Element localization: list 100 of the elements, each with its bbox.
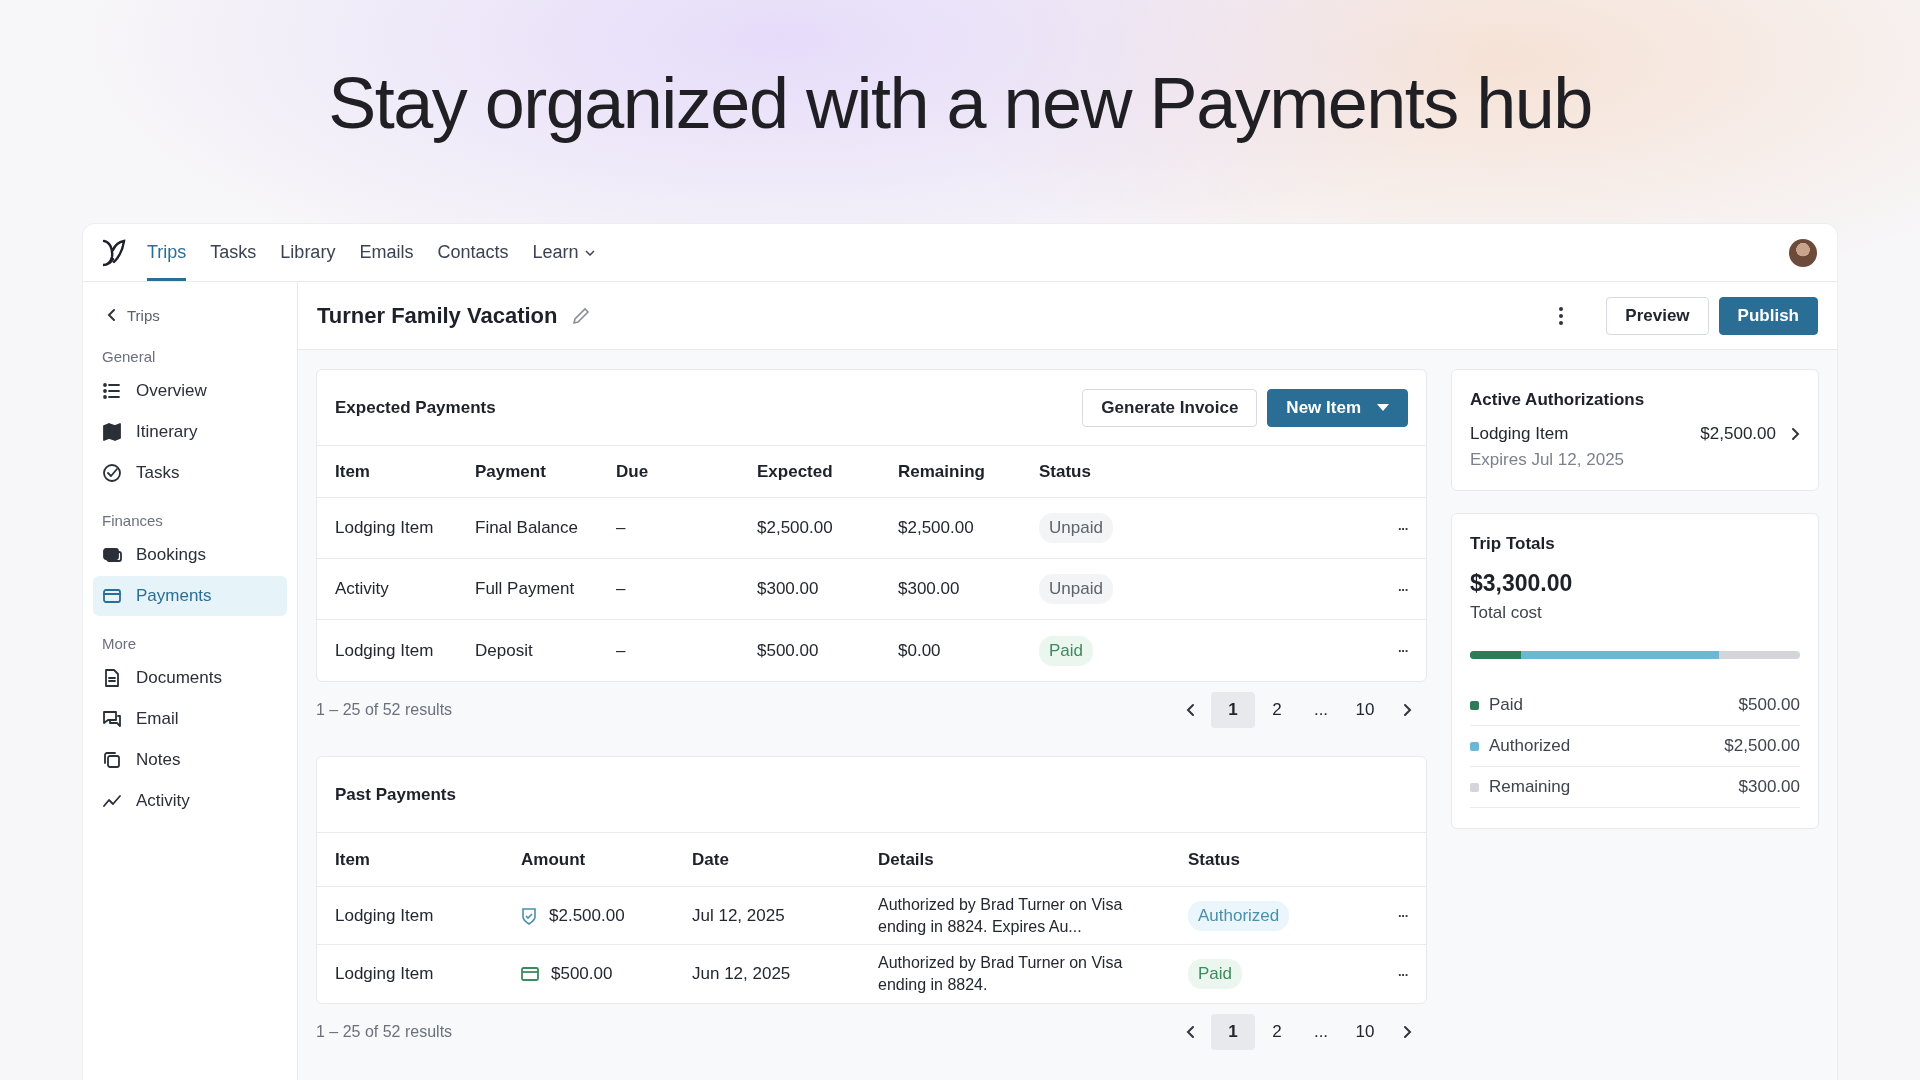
- row-menu-button[interactable]: ···: [1398, 581, 1408, 597]
- legend-label: Authorized: [1489, 736, 1572, 756]
- column-header: Details: [878, 849, 935, 870]
- generate-invoice-button[interactable]: Generate Invoice: [1082, 388, 1258, 427]
- check-icon: [102, 463, 122, 483]
- chevron-right-icon: [1402, 1025, 1412, 1039]
- sidebar-item[interactable]: Overview: [93, 371, 287, 411]
- authorization-name: Lodging Item: [1470, 424, 1570, 444]
- total-label: Total cost: [1470, 603, 1543, 623]
- column-header: Payment: [475, 461, 547, 482]
- column-header: Due: [616, 461, 650, 482]
- headline: Stay organized with a new Payments hub: [328, 62, 1592, 145]
- status-badge: Unpaid: [1039, 513, 1113, 543]
- sidebar-item[interactable]: Notes: [93, 740, 287, 780]
- legend-label: Paid: [1489, 695, 1525, 715]
- page-button[interactable]: 10: [1343, 692, 1387, 728]
- card-title: Active Authorizations: [1470, 390, 1646, 410]
- table-cell-text: $2,500.00: [898, 518, 975, 538]
- bookings-icon: [102, 545, 122, 565]
- table-cell-text: Lodging Item: [335, 640, 435, 661]
- column-header: Remaining: [898, 461, 986, 482]
- shield-check-icon: [521, 906, 537, 925]
- credit-card-icon: [521, 967, 539, 981]
- page-button[interactable]: 2: [1255, 692, 1299, 728]
- new-item-button[interactable]: New Item: [1267, 388, 1408, 427]
- status-badge: Paid: [1188, 959, 1243, 989]
- card-icon: [102, 586, 122, 606]
- table-cell-text: $300.00: [898, 579, 961, 599]
- row-menu-button[interactable]: ···: [1398, 908, 1408, 923]
- details-text: Authorized by Brad Turner on Visa ending in 8824. Expires Au...: [878, 894, 1124, 937]
- column-header: Status: [1188, 849, 1241, 870]
- table-cell-text: Lodging Item: [335, 518, 435, 538]
- column-header: Item: [335, 849, 371, 870]
- legend-amount: $500.00: [1738, 695, 1800, 715]
- sidebar-item[interactable]: Activity: [93, 781, 287, 821]
- more-vertical-icon[interactable]: [1558, 305, 1565, 326]
- page-button[interactable]: ...: [1299, 692, 1343, 728]
- nav-tab[interactable]: Trips: [147, 224, 187, 281]
- nav-tab[interactable]: Library: [280, 224, 336, 281]
- page-button[interactable]: ...: [1299, 1014, 1343, 1050]
- section-title: More: [101, 635, 138, 652]
- column-header: Amount: [521, 849, 587, 870]
- legend-amount: $300.00: [1738, 777, 1800, 797]
- user-avatar[interactable]: [1789, 238, 1817, 267]
- map-icon: [102, 422, 122, 442]
- table-cell-text: –: [616, 640, 627, 661]
- page-button[interactable]: 10: [1343, 1014, 1387, 1050]
- table-cell-text: Jul 12, 2025: [692, 905, 786, 926]
- column-header: Date: [692, 849, 730, 870]
- table-cell-text: Full Payment: [475, 579, 576, 599]
- table-cell-text: –: [616, 579, 627, 599]
- table-cell-text: Jun 12, 2025: [692, 964, 792, 984]
- doc-icon: [102, 668, 122, 688]
- sidebar-item[interactable]: Payments: [93, 576, 287, 616]
- chevron-right-icon: [1402, 703, 1412, 717]
- chat-icon: [102, 709, 122, 729]
- table-cell-text: Final Balance: [475, 518, 579, 538]
- table-cell-text: Activity: [335, 579, 390, 599]
- pencil-icon[interactable]: [571, 305, 592, 326]
- publish-button[interactable]: Publish: [1718, 296, 1818, 335]
- results-count: 1 – 25 of 52 results: [316, 1023, 454, 1041]
- column-header: Status: [1039, 461, 1092, 482]
- sidebar-item[interactable]: Documents: [93, 658, 287, 698]
- nav-tab[interactable]: Tasks: [210, 224, 257, 281]
- card-title: Expected Payments: [335, 397, 497, 418]
- sidebar-item[interactable]: Email: [93, 699, 287, 739]
- total-amount: $3,300.00: [1470, 570, 1574, 597]
- table-cell-text: Deposit: [475, 640, 534, 661]
- amount-text: $2.500.00: [549, 905, 625, 926]
- chevron-left-icon: [1186, 703, 1196, 717]
- sidebar-item[interactable]: Bookings: [93, 535, 287, 575]
- bird-logo-icon: [101, 237, 127, 268]
- chevron-right-icon: [1790, 427, 1800, 441]
- table-cell-text: –: [616, 518, 627, 538]
- section-title: General: [101, 348, 157, 365]
- page-button[interactable]: 1: [1211, 1014, 1255, 1050]
- card-title: Trip Totals: [1470, 534, 1556, 554]
- table-cell-text: $300.00: [757, 579, 820, 599]
- row-menu-button[interactable]: ···: [1398, 966, 1408, 982]
- chevron-left-icon: [107, 308, 117, 322]
- amount-text: $500.00: [551, 964, 613, 984]
- section-title: Finances: [101, 512, 164, 529]
- preview-button[interactable]: Preview: [1606, 296, 1709, 335]
- column-header: Expected: [757, 461, 834, 482]
- nav-tab[interactable]: Emails: [359, 224, 414, 281]
- legend-label: Remaining: [1489, 777, 1572, 797]
- details-text: Authorized by Brad Turner on Visa ending in 8824.: [878, 953, 1124, 995]
- nav-tab[interactable]: Learn: [532, 224, 595, 281]
- notes-icon: [102, 750, 122, 770]
- row-menu-button[interactable]: ···: [1398, 520, 1408, 536]
- sidebar-item[interactable]: Itinerary: [93, 412, 287, 452]
- sidebar-item[interactable]: Tasks: [93, 453, 287, 493]
- status-badge: Authorized: [1188, 900, 1290, 931]
- nav-tab[interactable]: Contacts: [437, 224, 509, 281]
- row-menu-button[interactable]: ···: [1398, 643, 1408, 658]
- page-button[interactable]: 1: [1211, 692, 1255, 728]
- back-link[interactable]: Trips: [93, 300, 287, 330]
- caret-down-icon: [1377, 404, 1389, 411]
- page-button[interactable]: 2: [1255, 1014, 1299, 1050]
- chevron-left-icon: [1186, 1025, 1196, 1039]
